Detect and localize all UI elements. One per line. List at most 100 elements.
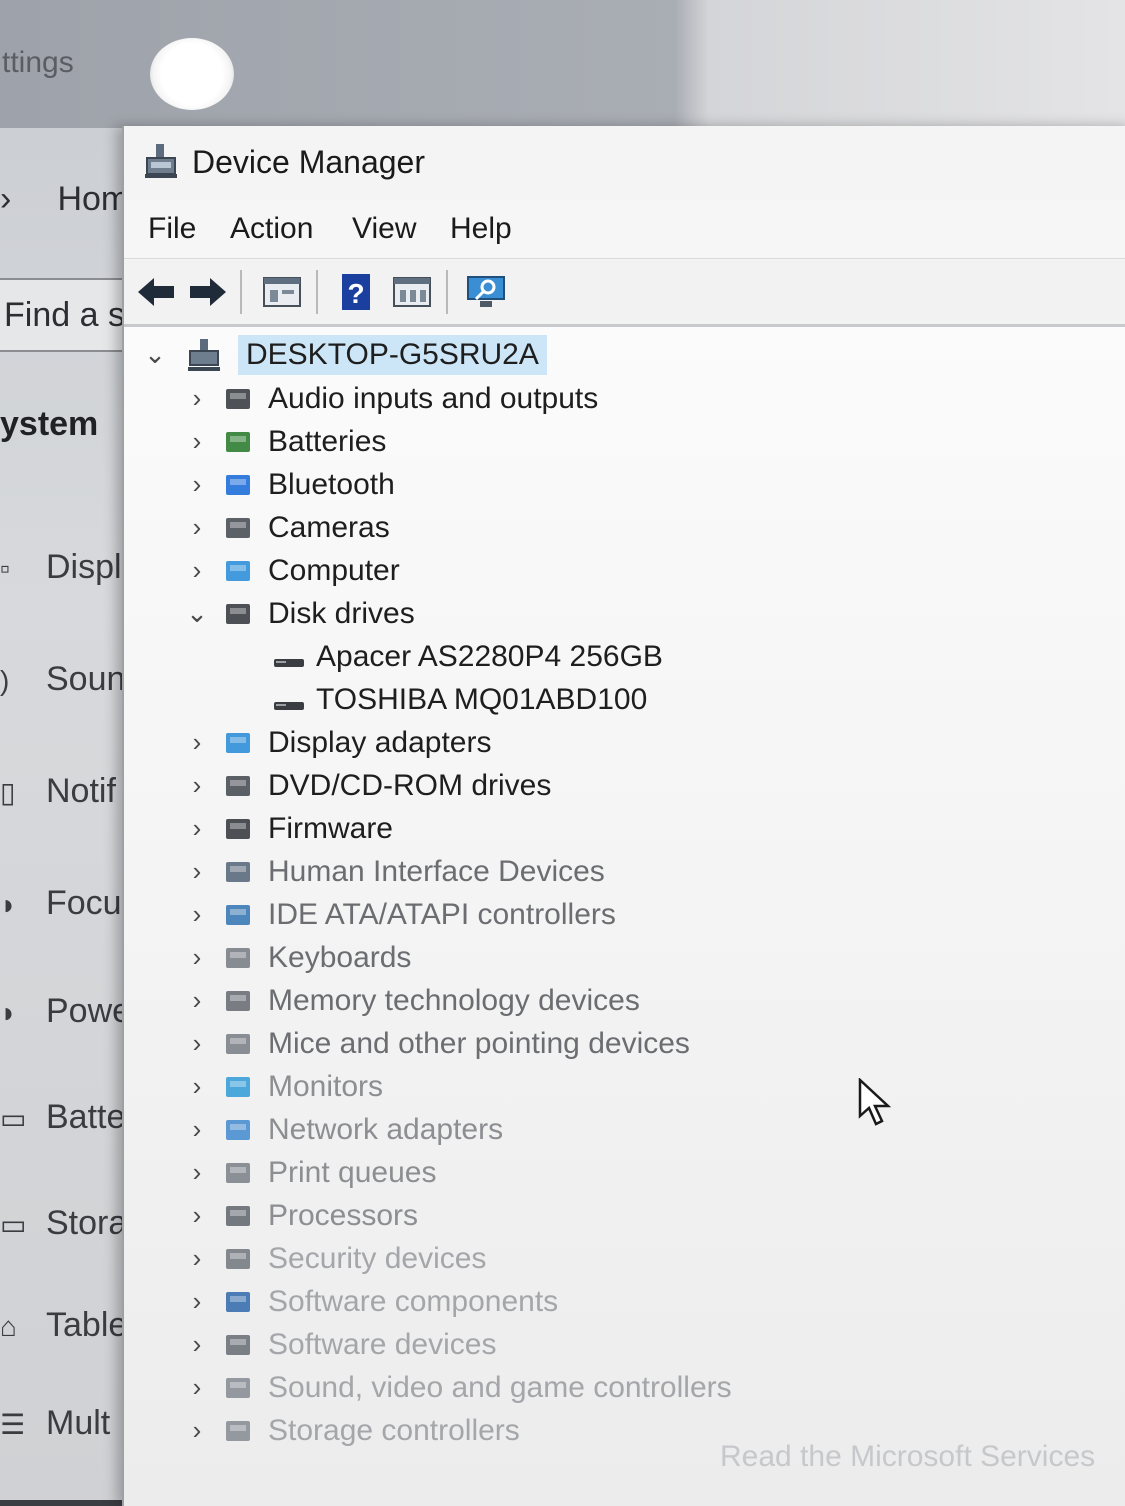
tree-category-label: Storage controllers [268,1414,520,1447]
nav-item-label: Focu [46,884,122,922]
memory-icon [220,983,256,1019]
expand-chevron-icon[interactable]: › [184,1114,210,1145]
back-button[interactable] [134,270,178,314]
expand-chevron-icon[interactable]: › [184,426,210,457]
mouse-icon [220,1026,256,1062]
settings-home[interactable]: › Hom [0,180,129,219]
help-icon: ? [342,274,370,310]
tree-category-software-devices[interactable]: › Software devices [184,1325,884,1365]
nav-item-power[interactable]: ◗ Powe [0,992,130,1052]
tree-category-human-interface-devices[interactable]: › Human Interface Devices [184,852,884,892]
multitasking-icon: ☰ [0,1409,26,1440]
expand-chevron-icon[interactable]: › [184,1243,210,1274]
tree-category-batteries[interactable]: › Batteries [184,422,884,462]
expand-chevron-icon[interactable]: › [184,985,210,1016]
expand-chevron-icon[interactable]: › [184,1028,210,1059]
screen-glare [150,38,234,110]
tree-category-label: Network adapters [268,1113,504,1146]
properties-button[interactable] [260,270,304,314]
menu-file[interactable]: File [148,212,196,246]
expand-chevron-icon[interactable]: › [184,899,210,930]
tree-category-print-queues[interactable]: › Print queues [184,1153,884,1193]
forward-button[interactable] [186,270,230,314]
tree-category-label: DVD/CD-ROM drives [268,769,552,802]
expand-chevron-icon[interactable]: › [184,942,210,973]
expand-chevron-icon[interactable]: › [184,469,210,500]
expand-chevron-icon[interactable]: › [184,1200,210,1231]
scan-hardware-button[interactable] [464,270,508,314]
tree-category-software-components[interactable]: › Software components [184,1282,884,1322]
disk-drive-icon [220,596,256,632]
tree-category-security-devices[interactable]: › Security devices [184,1239,884,1279]
home-icon: › [0,180,12,218]
expand-chevron-icon[interactable]: › [184,1157,210,1188]
nav-item-storage[interactable]: ▭ Stora [0,1204,130,1264]
expand-chevron-icon[interactable]: › [184,1372,210,1403]
back-arrow-icon [138,278,174,306]
expand-chevron-icon[interactable]: › [184,1286,210,1317]
tree-category-bluetooth[interactable]: › Bluetooth [184,465,884,505]
expand-chevron-icon[interactable]: › [184,1071,210,1102]
disk-drive-item[interactable]: TOSHIBA MQ01ABD100 [272,680,872,720]
device-manager-icon [145,144,177,178]
collapse-chevron-icon[interactable]: ⌄ [142,339,168,370]
network-icon [220,1112,256,1148]
battery-icon [220,424,256,460]
tree-category-processors[interactable]: › Processors [184,1196,884,1236]
tree-category-label: Mice and other pointing devices [268,1027,690,1060]
printer-icon [220,1155,256,1191]
tree-category-mice-and-other-pointing-devices[interactable]: › Mice and other pointing devices [184,1024,884,1064]
disk-drive-item[interactable]: Apacer AS2280P4 256GB [272,637,872,677]
tree-root-label: DESKTOP-G5SRU2A [238,335,547,375]
expand-chevron-icon[interactable]: › [184,813,210,844]
camera-icon [220,510,256,546]
scan-hardware-icon [467,276,505,307]
expand-chevron-icon[interactable]: › [184,383,210,414]
nav-item-sound[interactable]: ) Soun [0,660,130,720]
nav-item-battery[interactable]: ▭ Batte [0,1098,130,1158]
show-hidden-button[interactable] [390,270,434,314]
tree-category-display-adapters[interactable]: › Display adapters [184,723,884,763]
nav-item-label: Powe [46,992,130,1030]
nav-item-multitasking[interactable]: ☰ Mult [0,1404,130,1464]
tree-category-sound-video-and-game-controllers[interactable]: › Sound, video and game controllers [184,1368,884,1408]
tree-category-dvd-cd-rom-drives[interactable]: › DVD/CD-ROM drives [184,766,884,806]
footer-link[interactable]: Read the Microsoft Services [720,1440,1095,1474]
nav-item-tablet[interactable]: ⌂ Table [0,1306,130,1366]
tree-category-memory-technology-devices[interactable]: › Memory technology devices [184,981,884,1021]
expand-chevron-icon[interactable]: › [184,512,210,543]
display-adapter-icon [220,725,256,761]
nav-item-notifications[interactable]: ▯ Notif [0,772,130,832]
nav-item-display[interactable]: ▫ Displ [0,548,130,608]
tree-category-monitors[interactable]: › Monitors [184,1067,884,1107]
tree-category-cameras[interactable]: › Cameras [184,508,884,548]
tree-category-disk-drives[interactable]: ⌄ Disk drives [184,594,884,634]
tree-category-network-adapters[interactable]: › Network adapters [184,1110,884,1150]
help-button[interactable]: ? [334,270,378,314]
menu-view[interactable]: View [352,212,416,246]
tree-category-ide-ata-atapi-controllers[interactable]: › IDE ATA/ATAPI controllers [184,895,884,935]
disk-drive-icon [272,639,308,675]
expand-chevron-icon[interactable]: › [184,727,210,758]
tree-category-label: Keyboards [268,941,412,974]
expand-chevron-icon[interactable]: › [184,1329,210,1360]
device-tree[interactable]: ⌄ DESKTOP-G5SRU2A › Audio inputs and outp… [124,327,1125,1506]
menu-action[interactable]: Action [230,212,313,246]
expand-chevron-icon[interactable]: › [184,856,210,887]
collapse-chevron-icon[interactable]: ⌄ [184,598,210,629]
tree-category-keyboards[interactable]: › Keyboards [184,938,884,978]
keyboard-icon [220,940,256,976]
tree-category-firmware[interactable]: › Firmware [184,809,884,849]
nav-item-focus[interactable]: ◗ Focu [0,884,130,944]
menu-help[interactable]: Help [450,212,512,246]
tree-category-computer[interactable]: › Computer [184,551,884,591]
expand-chevron-icon[interactable]: › [184,555,210,586]
disk-drive-icon [272,682,308,718]
power-icon: ◗ [0,997,17,1028]
tree-category-audio-inputs-and-outputs[interactable]: › Audio inputs and outputs [184,379,884,419]
expand-chevron-icon[interactable]: › [184,770,210,801]
tree-root-node[interactable]: ⌄ DESKTOP-G5SRU2A [142,335,742,375]
device-manager-title-bar[interactable]: Device Manager [124,126,1125,200]
expand-chevron-icon[interactable]: › [184,1415,210,1446]
settings-search-input[interactable]: Find a s [0,278,126,352]
